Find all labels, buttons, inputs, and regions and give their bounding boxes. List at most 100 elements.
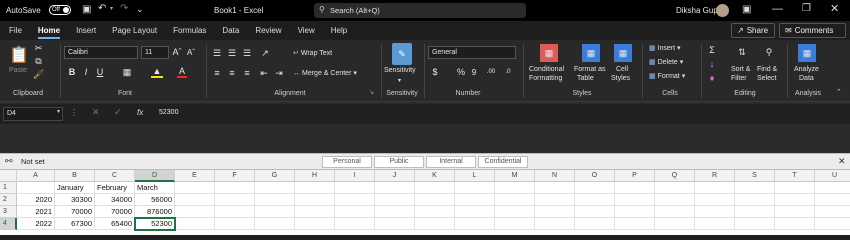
- conditional-formatting-label-2[interactable]: Formatting: [529, 75, 562, 82]
- column-header-d[interactable]: D: [135, 170, 175, 182]
- cell-h4[interactable]: [295, 218, 335, 230]
- cell-u3[interactable]: [815, 206, 850, 218]
- bold-icon[interactable]: B: [67, 66, 77, 78]
- cell-o2[interactable]: [575, 194, 615, 206]
- borders-icon[interactable]: ▦: [121, 66, 133, 78]
- align-left-icon[interactable]: ≡: [211, 68, 223, 78]
- tab-page-layout[interactable]: Page Layout: [104, 21, 165, 40]
- insert-function-icon[interactable]: fx: [137, 108, 143, 117]
- cell-r2[interactable]: [695, 194, 735, 206]
- increase-indent-icon[interactable]: ⇥: [273, 68, 285, 78]
- paste-icon[interactable]: 📋: [8, 43, 30, 67]
- align-top-icon[interactable]: ☰: [211, 48, 223, 58]
- name-box[interactable]: D4: [3, 107, 63, 121]
- column-header-q[interactable]: Q: [655, 170, 695, 182]
- cell-t2[interactable]: [775, 194, 815, 206]
- cell-d4[interactable]: 52300: [134, 217, 176, 231]
- cell-a1[interactable]: [17, 182, 55, 194]
- tab-home[interactable]: Home: [30, 21, 68, 40]
- minimize-icon[interactable]: —: [772, 3, 783, 15]
- format-cells-button[interactable]: ▦ Format ▾: [649, 72, 685, 80]
- cell-styles-label-1[interactable]: Cell: [616, 66, 628, 73]
- decrease-indent-icon[interactable]: ⇤: [258, 68, 270, 78]
- cell-t4[interactable]: [775, 218, 815, 230]
- italic-icon[interactable]: I: [81, 66, 91, 78]
- cell-h1[interactable]: [295, 182, 335, 194]
- align-right-icon[interactable]: ≡: [241, 68, 253, 78]
- sensitivity-button-label[interactable]: Sensitivity: [384, 67, 416, 74]
- comma-icon[interactable]: 9: [469, 66, 479, 78]
- cell-q3[interactable]: [655, 206, 695, 218]
- sort-filter-label-1[interactable]: Sort &: [731, 66, 750, 73]
- conditional-formatting-label-1[interactable]: Conditional: [529, 66, 564, 73]
- cell-o3[interactable]: [575, 206, 615, 218]
- increase-decimal-icon[interactable]: .00: [484, 66, 498, 78]
- cell-s3[interactable]: [735, 206, 775, 218]
- cell-i1[interactable]: [335, 182, 375, 194]
- cell-q1[interactable]: [655, 182, 695, 194]
- cell-q2[interactable]: [655, 194, 695, 206]
- cell-k3[interactable]: [415, 206, 455, 218]
- cell-r4[interactable]: [695, 218, 735, 230]
- row-header-4[interactable]: 4: [0, 218, 17, 230]
- avatar[interactable]: [716, 4, 729, 17]
- cell-h2[interactable]: [295, 194, 335, 206]
- font-size-dropdown[interactable]: 11: [141, 46, 169, 59]
- tab-help[interactable]: Help: [323, 21, 355, 40]
- column-header-n[interactable]: N: [535, 170, 575, 182]
- font-name-dropdown[interactable]: Calibri: [64, 46, 138, 59]
- save-icon[interactable]: ▣: [82, 4, 91, 15]
- cell-p3[interactable]: [615, 206, 655, 218]
- undo-icon[interactable]: ↶: [98, 3, 106, 14]
- column-header-p[interactable]: P: [615, 170, 655, 182]
- sensitivity-dropdown-icon[interactable]: ▾: [398, 77, 401, 84]
- column-header-g[interactable]: G: [255, 170, 295, 182]
- cell-c3[interactable]: 70000: [95, 206, 135, 218]
- sensitivity-option-personal[interactable]: Personal: [322, 156, 372, 168]
- column-header-u[interactable]: U: [815, 170, 850, 182]
- cell-s2[interactable]: [735, 194, 775, 206]
- close-icon[interactable]: ✕: [830, 2, 839, 15]
- cell-l4[interactable]: [455, 218, 495, 230]
- tab-data[interactable]: Data: [214, 21, 247, 40]
- cell-a4[interactable]: 2022: [17, 218, 55, 230]
- column-header-k[interactable]: K: [415, 170, 455, 182]
- column-header-r[interactable]: R: [695, 170, 735, 182]
- cell-j3[interactable]: [375, 206, 415, 218]
- cell-f4[interactable]: [215, 218, 255, 230]
- cell-t1[interactable]: [775, 182, 815, 194]
- column-header-o[interactable]: O: [575, 170, 615, 182]
- ribbon-display-icon[interactable]: ▣: [742, 4, 751, 15]
- cell-n1[interactable]: [535, 182, 575, 194]
- row-header-3[interactable]: 3: [0, 206, 17, 218]
- cell-e1[interactable]: [175, 182, 215, 194]
- wrap-text-button[interactable]: ↵ Wrap Text: [293, 49, 332, 57]
- cell-n2[interactable]: [535, 194, 575, 206]
- cell-g4[interactable]: [255, 218, 295, 230]
- column-header-f[interactable]: F: [215, 170, 255, 182]
- search-box[interactable]: ⚲ Search (Alt+Q): [314, 3, 526, 18]
- column-header-s[interactable]: S: [735, 170, 775, 182]
- paste-label[interactable]: Paste: [9, 67, 27, 74]
- find-select-icon[interactable]: ⚲: [762, 44, 776, 60]
- share-button[interactable]: ↗ Share: [731, 23, 775, 38]
- row-header-1[interactable]: 1: [0, 182, 17, 194]
- conditional-formatting-icon[interactable]: ▦: [540, 44, 558, 62]
- cell-d3[interactable]: 876000: [135, 206, 175, 218]
- cell-a2[interactable]: 2020: [17, 194, 55, 206]
- cell-k1[interactable]: [415, 182, 455, 194]
- cell-g3[interactable]: [255, 206, 295, 218]
- orientation-icon[interactable]: ↗: [258, 48, 272, 58]
- select-all-corner[interactable]: [0, 170, 17, 182]
- cell-p2[interactable]: [615, 194, 655, 206]
- underline-icon[interactable]: U: [95, 66, 105, 78]
- tab-formulas[interactable]: Formulas: [165, 21, 214, 40]
- cell-b4[interactable]: 67300: [55, 218, 95, 230]
- column-header-e[interactable]: E: [175, 170, 215, 182]
- clear-icon[interactable]: ♦: [706, 72, 718, 83]
- column-header-t[interactable]: T: [775, 170, 815, 182]
- column-header-l[interactable]: L: [455, 170, 495, 182]
- cell-t3[interactable]: [775, 206, 815, 218]
- cell-c4[interactable]: 65400: [95, 218, 135, 230]
- find-select-label-2[interactable]: Select: [757, 75, 776, 82]
